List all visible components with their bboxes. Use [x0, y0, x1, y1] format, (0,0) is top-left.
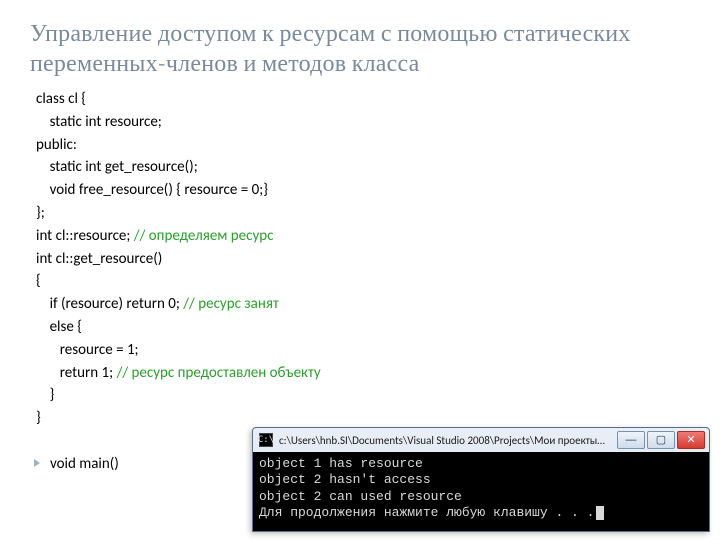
code-line: }; — [36, 202, 690, 225]
code-block: class cl { static int resource; public: … — [36, 88, 690, 476]
terminal-icon-glyph: C:\ — [258, 436, 274, 445]
code-line: if (resource) return 0; // ресурс занят — [36, 293, 690, 316]
console-titlebar[interactable]: C:\ c:\Users\hnb.SI\Documents\Visual Stu… — [253, 428, 709, 452]
console-line: object 2 hasn't access — [259, 472, 703, 488]
slide-title: Управление доступом к ресурсам с помощью… — [30, 18, 690, 78]
close-button[interactable]: ✕ — [677, 431, 705, 449]
code-comment: // ресурс занят — [183, 295, 279, 313]
code-line: static int resource; — [36, 111, 690, 134]
slide-content: Управление доступом к ресурсам с помощью… — [0, 0, 720, 476]
code-line: resource = 1; — [36, 339, 690, 362]
window-buttons: — ▢ ✕ — [615, 431, 705, 449]
code-text: int cl::resource; — [36, 227, 134, 245]
console-line: object 2 can used resource — [259, 489, 703, 505]
console-line: object 1 has resource — [259, 456, 703, 472]
code-line: } — [36, 384, 690, 407]
console-text: Для продолжения нажмите любую клавишу . … — [259, 505, 594, 520]
code-line: void free_resource() { resource = 0;} — [36, 179, 690, 202]
minimize-button[interactable]: — — [617, 431, 645, 449]
cursor-icon — [596, 506, 604, 520]
console-title: c:\Users\hnb.SI\Documents\Visual Studio … — [279, 434, 609, 447]
console-output: object 1 has resource object 2 hasn't ac… — [253, 452, 709, 531]
code-text: if (resource) return 0; — [36, 295, 183, 313]
code-line: int cl::get_resource() — [36, 248, 690, 271]
code-line: return 1; // ресурс предоставлен объекту — [36, 362, 690, 385]
code-comment: // определяем ресурс — [134, 227, 274, 245]
code-line: int cl::resource; // определяем ресурс — [36, 225, 690, 248]
maximize-button[interactable]: ▢ — [647, 431, 675, 449]
code-line: class cl { — [36, 88, 690, 111]
code-line: else { — [36, 316, 690, 339]
code-line: static int get_resource(); — [36, 156, 690, 179]
code-line: public: — [36, 134, 690, 157]
terminal-icon: C:\ — [259, 433, 273, 447]
code-comment: // ресурс предоставлен объекту — [117, 364, 321, 382]
code-text: return 1; — [36, 364, 117, 382]
code-line: { — [36, 270, 690, 293]
console-line: Для продолжения нажмите любую клавишу . … — [259, 505, 703, 521]
console-window: C:\ c:\Users\hnb.SI\Documents\Visual Stu… — [252, 427, 710, 532]
